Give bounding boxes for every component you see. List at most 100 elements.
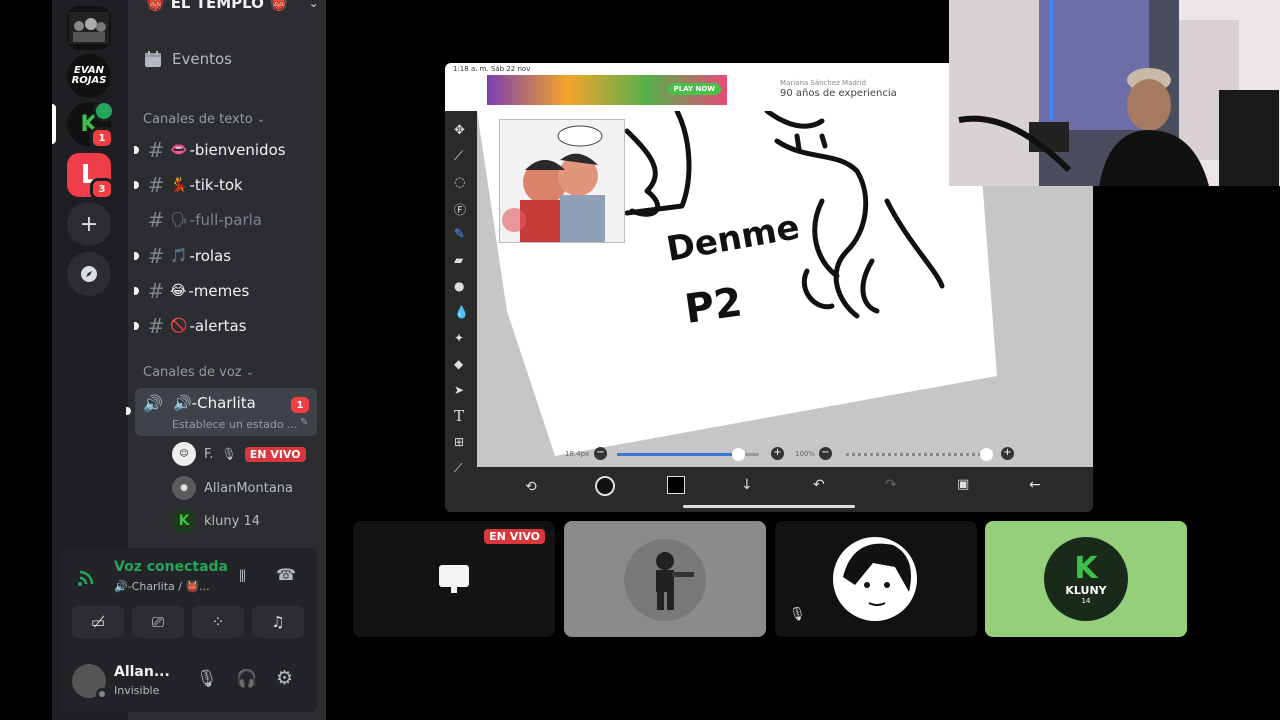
tool-panel: ✥ ⟋ ◌ Ⓕ ✎ ▰ ● 💧 ✦ ◆ ➤ T ⊞ ⟋ — [445, 111, 477, 512]
eraser-icon[interactable]: ▰ — [454, 253, 463, 267]
activities-button[interactable]: ⁘ — [192, 606, 244, 638]
brush-size-slider[interactable] — [617, 448, 759, 461]
server-emoji: 👹 — [269, 0, 289, 12]
opacity-slider[interactable] — [843, 448, 993, 461]
opacity-knob[interactable] — [979, 448, 993, 461]
back-arrow-icon[interactable]: ← — [1029, 477, 1041, 493]
signal-icon — [78, 568, 98, 590]
voice-location[interactable]: 🔊-Charlita / 👹... — [114, 580, 210, 593]
arrow-down-icon[interactable]: ↓ — [741, 477, 753, 493]
filter-icon[interactable]: Ⓕ — [454, 201, 466, 218]
voice-user-kluny[interactable]: K kluny 14 — [172, 506, 260, 536]
user-name[interactable]: Allan... — [114, 664, 170, 680]
tile-allanmontana[interactable] — [564, 521, 766, 637]
brush-size-fill — [617, 453, 738, 456]
user-status: Invisible — [114, 684, 160, 697]
text-tool-icon[interactable]: T — [454, 407, 464, 425]
soundboard-icon: ♫ — [271, 613, 285, 631]
server-icon-evan-rojas[interactable]: EVAN ROJAS — [67, 54, 111, 98]
headphones-icon[interactable]: 🎧 — [236, 669, 257, 689]
live-badge: EN VIVO — [244, 446, 306, 462]
canvas-text-line2: P2 — [682, 279, 745, 333]
transform-tool-icon[interactable]: ✥ — [454, 123, 465, 138]
soundboard-button[interactable]: ♫ — [252, 606, 304, 638]
hash-icon: # — [147, 208, 165, 232]
voice-status[interactable]: Voz conectada — [114, 559, 228, 575]
brush-tool-icon[interactable]: ✎ — [454, 227, 465, 242]
voice-active-icon — [93, 100, 115, 122]
layers-icon[interactable]: ▣ — [957, 477, 969, 492]
smudge-icon[interactable]: ● — [454, 279, 464, 293]
logo-sub: 14 — [1081, 596, 1091, 605]
status-time: 1:18 a. m. Sáb 22 nov — [453, 65, 531, 73]
minus-icon[interactable]: − — [819, 447, 832, 460]
eyedropper-icon[interactable]: ⟋ — [454, 461, 462, 476]
ad-banner[interactable]: PLAY NOW — [487, 75, 727, 105]
minus-icon[interactable]: − — [594, 447, 607, 460]
server-header[interactable]: 👹 EL TEMPLO 👹 ⌄ — [146, 0, 319, 12]
server-icon-el-templo[interactable] — [67, 6, 111, 50]
frame-icon[interactable]: ⊞ — [454, 435, 464, 449]
undo-icon[interactable]: ↶ — [813, 477, 825, 493]
avatar: ● — [172, 476, 196, 500]
category-text-channels[interactable]: Canales de texto ⌄ — [143, 112, 265, 127]
unread-indicator — [134, 181, 139, 189]
disconnect-icon[interactable]: ☎ — [276, 565, 296, 584]
server-emoji: 👹 — [146, 0, 165, 12]
channel-tik-tok[interactable]: # 💃 -tik-tok — [134, 169, 318, 201]
channel-rolas[interactable]: # 🎵 -rolas — [134, 240, 318, 272]
explore-servers-icon[interactable] — [67, 252, 111, 296]
fill-icon[interactable]: ◆ — [454, 357, 463, 371]
voice-channel-charlita[interactable]: 🔊 🔊-Charlita 1 Establece un estado ... ✎ — [126, 388, 317, 436]
status-indicator — [96, 688, 108, 700]
pencil-icon[interactable]: ✎ — [300, 417, 308, 428]
hash-icon: # — [147, 138, 165, 162]
channel-bienvenidos[interactable]: # 👄 -bienvenidos — [134, 134, 318, 166]
chevron-down-icon: ⌄ — [308, 0, 319, 10]
unread-indicator — [134, 322, 139, 330]
calendar-icon — [145, 51, 161, 67]
lasso-icon[interactable]: ◌ — [454, 175, 465, 190]
server-icon-kluny[interactable]: K 1 — [67, 100, 115, 149]
plus-icon[interactable]: + — [1001, 447, 1014, 460]
add-server-icon[interactable]: + — [67, 202, 111, 246]
hash-icon: # — [147, 314, 165, 338]
camera-off-button[interactable]: ▭̸ — [72, 606, 124, 638]
rotate-icon[interactable]: ⟲ — [525, 479, 537, 495]
color-swatch[interactable] — [667, 476, 685, 494]
tile-f[interactable]: 🎙 — [775, 521, 977, 637]
status-placeholder[interactable]: Establece un estado ... — [172, 418, 298, 431]
tile-screen-share[interactable]: EN VIVO — [353, 521, 555, 637]
user-panel: Voz conectada 🔊-Charlita / 👹... ⦀ ☎ ▭̸ ⎚… — [60, 548, 318, 712]
magic-wand-icon[interactable]: ⟋ — [454, 149, 463, 164]
share-screen-button[interactable]: ⎚ — [132, 606, 184, 638]
plus-icon[interactable]: + — [771, 447, 784, 460]
speaker-icon: 🔊 — [143, 394, 163, 413]
play-now-button[interactable]: PLAY NOW — [667, 83, 721, 95]
voice-user-allanmontana[interactable]: ● AllanMontana — [172, 473, 293, 503]
noise-suppression-icon[interactable]: ⦀ — [239, 567, 246, 587]
avatar — [624, 539, 706, 621]
blur-icon[interactable]: 💧 — [454, 305, 469, 319]
brush-preview-icon[interactable] — [595, 476, 615, 496]
server-icon-l[interactable]: L 3 — [67, 153, 114, 200]
redo-icon[interactable]: ↷ — [885, 477, 897, 493]
channel-memes[interactable]: # 😂 -memes — [134, 275, 318, 307]
microphone-icon[interactable]: 🎙 — [196, 669, 218, 689]
category-voice-channels[interactable]: Canales de voz ⌄ — [143, 365, 254, 380]
voice-user-f[interactable]: ☺ F. 🎙 EN VIVO — [172, 439, 306, 469]
brush-size-knob[interactable] — [731, 448, 745, 461]
reference-image[interactable] — [499, 119, 625, 243]
camera-off-icon: ▭̸ — [90, 613, 106, 631]
avatar[interactable] — [72, 664, 108, 700]
unread-indicator — [134, 252, 139, 260]
select-icon[interactable]: ➤ — [454, 383, 464, 397]
gear-icon[interactable]: ⚙ — [276, 667, 293, 689]
opacity-value: 100% — [795, 450, 816, 458]
channel-full-parla[interactable]: # 🗣 -full-parla — [136, 204, 318, 236]
channel-alertas[interactable]: # 🚫 -alertas — [134, 310, 318, 342]
events-item[interactable]: Eventos — [144, 50, 232, 68]
tile-kluny[interactable]: K KLUNY 14 — [985, 521, 1187, 637]
special-icon[interactable]: ✦ — [454, 331, 464, 345]
activities-icon: ⁘ — [211, 613, 225, 631]
